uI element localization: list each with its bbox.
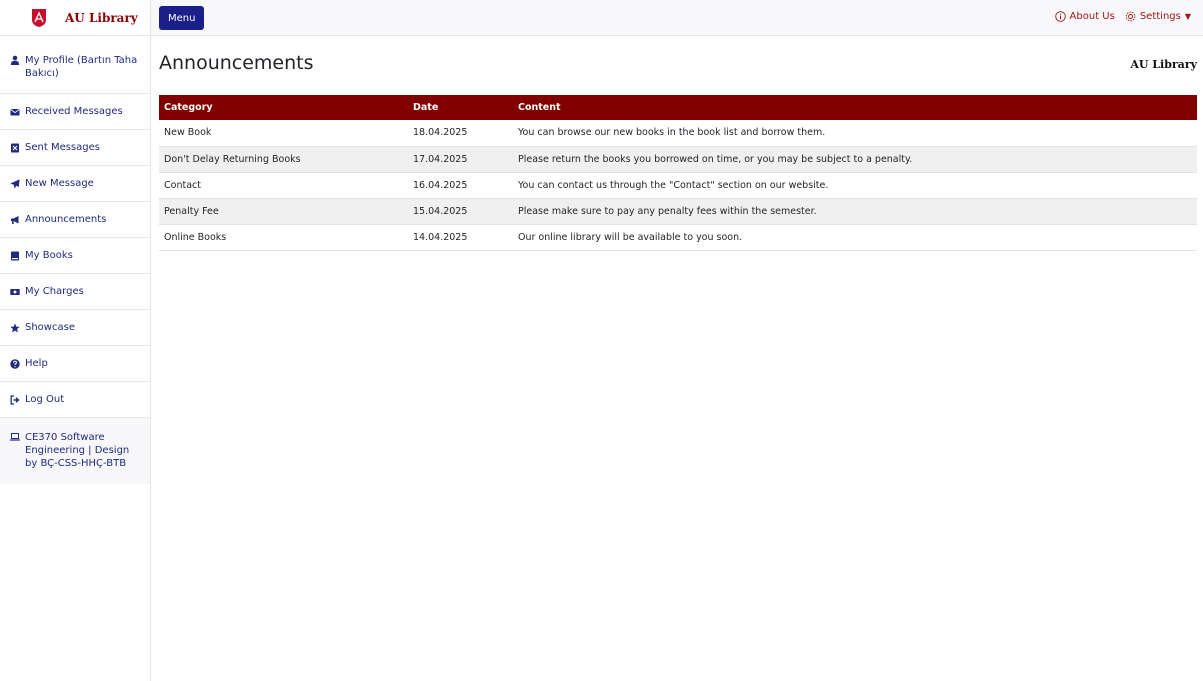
envelope-icon [10, 107, 20, 117]
settings-label: Settings [1139, 11, 1181, 22]
sidebar-item-label: Sent Messages [25, 142, 100, 153]
sidebar-item-my-charges[interactable]: My Charges [0, 274, 150, 310]
sidebar-item-label: Announcements [25, 214, 107, 225]
book-icon [10, 251, 20, 261]
cell-content: You can browse our new books in the book… [513, 120, 1197, 147]
paper-plane-icon [10, 179, 20, 189]
cell-date: 18.04.2025 [408, 120, 513, 147]
sidebar-item-showcase[interactable]: Showcase [0, 310, 150, 346]
sidebar: AU Library My Profile (Bartın Taha Bakıc… [0, 0, 151, 681]
page-title: Announcements [159, 52, 314, 74]
cell-category: New Book [159, 120, 408, 147]
cell-date: 14.04.2025 [408, 224, 513, 251]
column-header-content: Content [518, 102, 561, 113]
table-row: Penalty Fee 15.04.2025 Please make sure … [159, 198, 1197, 225]
sidebar-item-announcements[interactable]: Announcements [0, 202, 150, 238]
table-row: Contact 16.04.2025 You can contact us th… [159, 172, 1197, 199]
table-row: New Book 18.04.2025 You can browse our n… [159, 120, 1197, 147]
about-us-label: About Us [1069, 11, 1115, 22]
star-icon [10, 323, 20, 333]
sidebar-item-help[interactable]: Help [0, 346, 150, 382]
announcements-table: Category Date Content New Book 18.04.202… [159, 95, 1197, 251]
money-icon [10, 287, 20, 297]
footer-label: CE370 Software Engineering | Design by B… [25, 432, 130, 469]
cell-category: Contact [159, 172, 408, 199]
table-row: Online Books 14.04.2025 Our online libra… [159, 224, 1197, 251]
menu-button[interactable]: Menu [159, 6, 205, 30]
table-row: Don't Delay Returning Books 17.04.2025 P… [159, 146, 1197, 173]
cell-category: Don't Delay Returning Books [159, 146, 408, 173]
sidebar-item-my-profile[interactable]: My Profile (Bartın Taha Bakıcı) [0, 36, 150, 94]
page-brand: AU Library [1130, 58, 1197, 71]
sidebar-item-label: My Profile (Bartın Taha Bakıcı) [25, 55, 138, 79]
brand-name: AU Library [65, 10, 138, 25]
megaphone-icon [10, 215, 20, 225]
cell-content: Please return the books you borrowed on … [513, 146, 1197, 173]
column-header-category: Category [164, 102, 213, 113]
cell-category: Online Books [159, 224, 408, 251]
sidebar-item-label: Showcase [25, 322, 75, 333]
question-icon [10, 359, 20, 369]
info-icon [1054, 11, 1066, 22]
cell-content: Our online library will be available to … [513, 224, 1197, 251]
settings-dropdown[interactable]: Settings ▼ [1125, 11, 1191, 22]
cell-date: 16.04.2025 [408, 172, 513, 199]
column-header-date: Date [413, 102, 439, 113]
cell-category: Penalty Fee [159, 198, 408, 225]
sidebar-item-new-message[interactable]: New Message [0, 166, 150, 202]
caret-down-icon: ▼ [1184, 12, 1191, 21]
cell-date: 17.04.2025 [408, 146, 513, 173]
logout-icon [10, 395, 20, 405]
table-header-row: Category Date Content [159, 95, 1197, 120]
cell-content: You can contact us through the "Contact"… [513, 172, 1197, 199]
university-logo-icon [32, 8, 46, 27]
about-us-link[interactable]: About Us [1054, 11, 1115, 22]
gear-icon [1125, 11, 1136, 22]
cell-content: Please make sure to pay any penalty fees… [513, 198, 1197, 225]
sidebar-item-label: New Message [25, 178, 94, 189]
top-links: About Us Settings ▼ [1054, 11, 1191, 22]
sidebar-item-label: My Books [25, 250, 73, 261]
sidebar-nav: My Profile (Bartın Taha Bakıcı) Received… [0, 36, 150, 484]
brand[interactable]: AU Library [0, 0, 150, 36]
laptop-icon [10, 432, 20, 442]
sidebar-item-label: My Charges [25, 286, 84, 297]
sidebar-item-my-books[interactable]: My Books [0, 238, 150, 274]
user-icon [10, 55, 20, 65]
sidebar-item-sent-messages[interactable]: Sent Messages [0, 130, 150, 166]
sidebar-item-received-messages[interactable]: Received Messages [0, 94, 150, 130]
sidebar-footer: CE370 Software Engineering | Design by B… [0, 418, 150, 484]
sidebar-item-label: Log Out [25, 394, 65, 405]
topbar: Menu About Us Settings ▼ [151, 0, 1203, 36]
sidebar-item-label: Help [25, 358, 48, 369]
cell-date: 15.04.2025 [408, 198, 513, 225]
sidebar-item-label: Received Messages [25, 106, 123, 117]
sent-box-icon [10, 143, 20, 153]
sidebar-item-log-out[interactable]: Log Out [0, 382, 150, 418]
